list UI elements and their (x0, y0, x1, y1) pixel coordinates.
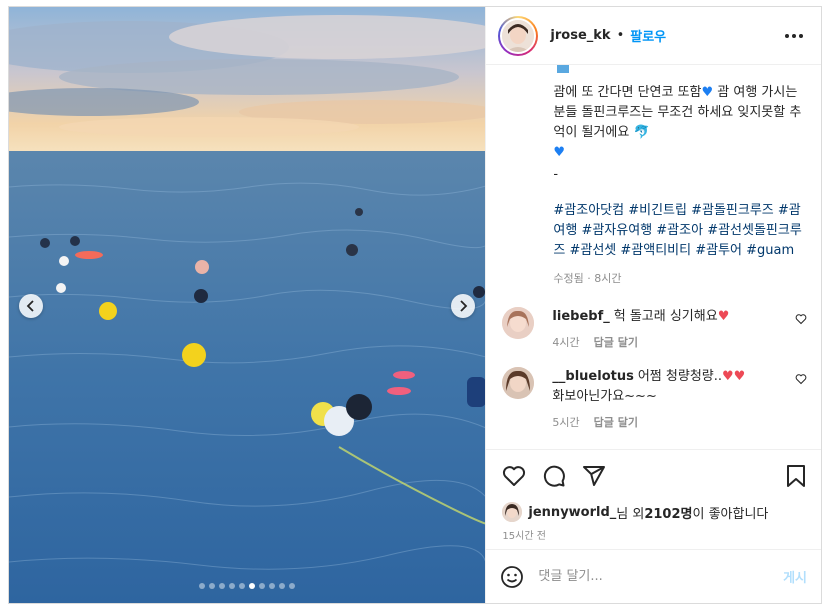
more-options-button[interactable] (781, 30, 807, 42)
emoji-smile-icon[interactable] (500, 565, 524, 589)
likes-suffix: 님 외 (616, 506, 645, 522)
carousel-dot (289, 583, 296, 589)
share-icon[interactable] (582, 464, 606, 488)
post-timestamp: 15시간 전 (502, 531, 546, 542)
comment-username[interactable]: __bluelotus (552, 369, 633, 384)
post-header: jrose_kk • 팔로우 (486, 7, 821, 65)
comment-time: 4시간 (552, 336, 580, 349)
comment-input[interactable] (538, 569, 784, 584)
bookmark-icon[interactable] (785, 464, 807, 488)
carousel-prev-button[interactable] (19, 294, 43, 318)
caption-hashtags[interactable]: #괌조아닷컴 #비긴트립 #괌돌핀크루즈 #괌여행 #괌자유여행 #괌조아 #괌… (553, 201, 807, 261)
red-heart-icon: ♥♥ (722, 369, 746, 384)
likes-summary[interactable]: jennyworld_ 님 외 2102명 이 좋아합니다 (486, 501, 821, 523)
author-username[interactable]: jrose_kk (550, 28, 610, 43)
likes-count[interactable]: 2102명 (644, 503, 692, 522)
chevron-left-icon (26, 300, 34, 312)
comment-avatar[interactable] (502, 307, 535, 339)
post-comment-button[interactable]: 게시 (783, 567, 807, 586)
comment-avatar[interactable] (502, 367, 535, 399)
red-heart-icon: ♥ (717, 309, 730, 324)
carousel-dot (199, 583, 206, 589)
carousel-dot (279, 583, 286, 589)
liker-avatar (502, 502, 523, 522)
emoji-icon (557, 65, 570, 73)
comment-time: 5시간 (552, 416, 580, 429)
reply-button[interactable]: 답글 달기 (594, 413, 638, 433)
blue-heart-icon: ♥ (553, 145, 566, 160)
comment-username[interactable]: liebebf_ (552, 309, 609, 324)
post-caption: 괌에 또 간다면 단연코 또함♥ 괌 여행 가시는 분들 돌핀크루즈는 무조건 … (486, 65, 821, 289)
like-comment-icon[interactable] (795, 313, 807, 325)
like-comment-icon[interactable] (795, 373, 807, 385)
carousel-dot (229, 583, 236, 589)
comments-scroll-area[interactable]: 괌에 또 간다면 단연코 또함♥ 괌 여행 가시는 분들 돌핀크루즈는 무조건 … (486, 65, 821, 449)
post-media[interactable] (9, 7, 486, 603)
avatar-image (502, 367, 535, 399)
carousel-indicator (9, 583, 485, 589)
author-avatar[interactable] (498, 15, 539, 56)
post-actions (486, 449, 821, 501)
blue-heart-icon: ♥ (701, 85, 714, 100)
dolphin-icon: 🐬 (633, 125, 650, 140)
caption-text-line1: 괌에 또 간다면 단연코 또함 (553, 85, 702, 100)
avatar-image (502, 19, 535, 52)
heart-icon[interactable] (502, 464, 526, 488)
post-sidebar: jrose_kk • 팔로우 괌에 또 간다면 단연코 또함♥ 괌 여행 가시는… (485, 7, 821, 603)
post-dialog: jrose_kk • 팔로우 괌에 또 간다면 단연코 또함♥ 괌 여행 가시는… (8, 6, 822, 604)
add-comment-bar: 게시 (486, 549, 821, 603)
chevron-right-icon (460, 300, 468, 312)
caption-meta: 수정됨 · 8시간 (553, 272, 622, 285)
caption-truncated-line (553, 65, 807, 75)
comment-text-line2: 화보아닌가요~~~ (552, 389, 657, 404)
carousel-dot (219, 583, 226, 589)
comment-text: 어쩜 청량청량.. (637, 369, 723, 384)
separator-dot: • (616, 28, 625, 43)
avatar-image (502, 307, 535, 339)
comment-item: liebebf_ 헉 돌고래 싱기해요♥ 4시간 답글 달기 (486, 307, 821, 353)
carousel-dot (269, 583, 276, 589)
comment-text: 헉 돌고래 싱기해요 (613, 309, 718, 324)
carousel-dot (259, 583, 266, 589)
follow-button[interactable]: 팔로우 (630, 26, 666, 45)
caption-dash: - (553, 167, 559, 182)
comment-icon[interactable] (542, 464, 566, 488)
avatar-image (502, 502, 523, 522)
carousel-dot (249, 583, 256, 589)
comment-item: __bluelotus 어쩜 청량청량..♥♥ 화보아닌가요~~~ 5시간 답글 … (486, 367, 821, 433)
carousel-dot (209, 583, 216, 589)
ocean-photo (9, 7, 486, 603)
reply-button[interactable]: 답글 달기 (594, 333, 638, 353)
more-horizontal-icon (785, 33, 789, 38)
carousel-dot (239, 583, 246, 589)
liker-username[interactable]: jennyworld_ (528, 505, 616, 520)
likes-tail: 이 좋아합니다 (692, 506, 769, 522)
